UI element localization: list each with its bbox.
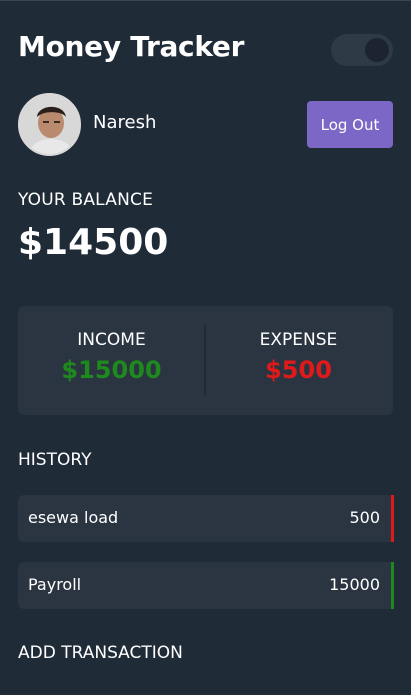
list-item[interactable]: esewa load 500	[18, 495, 394, 542]
toggle-knob	[365, 38, 389, 62]
balance-label: YOUR BALANCE	[18, 190, 154, 210]
username: Naresh	[93, 112, 157, 133]
income-indicator	[391, 562, 394, 609]
transaction-amount: 500	[349, 508, 380, 527]
theme-toggle[interactable]	[331, 34, 393, 66]
expense-section: EXPENSE $500	[205, 306, 392, 415]
transaction-amount: 15000	[329, 575, 380, 594]
transaction-name: esewa load	[28, 508, 119, 527]
avatar	[18, 93, 81, 156]
money-tracker-app: Money Tracker Naresh Log Out YOUR BALANC…	[0, 0, 411, 695]
history-label: HISTORY	[18, 450, 92, 470]
expense-indicator	[391, 495, 394, 542]
balance-amount: $14500	[18, 222, 169, 263]
expense-amount: $500	[265, 356, 332, 384]
transaction-name: Payroll	[28, 575, 82, 594]
user-avatar-icon	[20, 95, 79, 154]
income-expense-summary: INCOME $15000 EXPENSE $500	[18, 306, 393, 415]
expense-label: EXPENSE	[259, 330, 338, 350]
app-title: Money Tracker	[18, 30, 245, 63]
list-item[interactable]: Payroll 15000	[18, 562, 394, 609]
logout-button[interactable]: Log Out	[307, 101, 393, 148]
income-label: INCOME	[77, 330, 146, 350]
income-section: INCOME $15000	[18, 306, 205, 415]
add-transaction-label: ADD TRANSACTION	[18, 643, 183, 663]
income-amount: $15000	[61, 356, 162, 384]
